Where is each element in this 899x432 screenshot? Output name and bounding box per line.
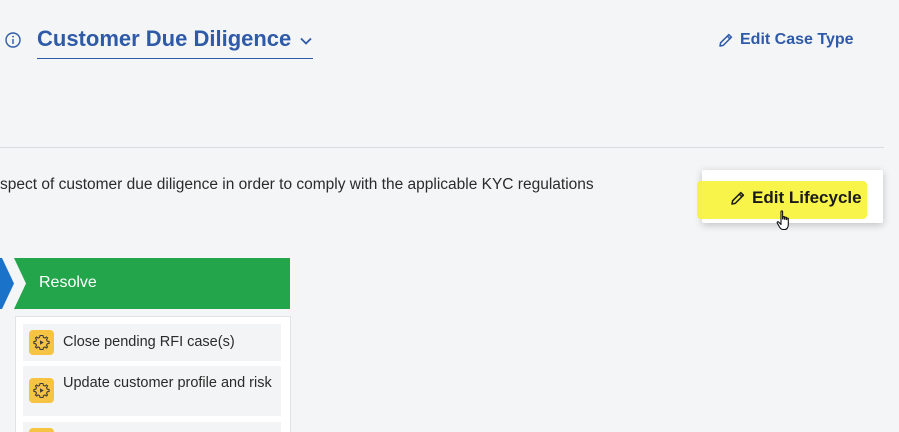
previous-stage-shape: [0, 258, 14, 309]
divider: [0, 147, 884, 148]
previous-stage-chevron[interactable]: [0, 258, 14, 309]
step-close-pending-rfi[interactable]: Close pending RFI case(s): [23, 324, 281, 361]
edit-lifecycle-button[interactable]: Edit Lifecycle: [729, 188, 862, 208]
hand-cursor-icon: [776, 210, 789, 231]
pencil-icon: [719, 33, 733, 47]
case-type-description: spect of customer due diligence in order…: [0, 176, 594, 193]
case-type-selector[interactable]: Customer Due Diligence: [37, 26, 314, 59]
info-icon[interactable]: [5, 32, 21, 48]
edit-case-type-label: Edit Case Type: [740, 31, 854, 48]
step-update-customer-profile[interactable]: Update customer profile and risk: [23, 366, 281, 416]
edit-case-type-button[interactable]: Edit Case Type: [717, 31, 854, 49]
step-label: Update customer profile and risk: [63, 375, 272, 391]
step-partial[interactable]: [23, 422, 281, 432]
stage-resolve-label: Resolve: [39, 274, 97, 291]
app-page: Customer Due Diligence Edit Case Type sp…: [0, 0, 899, 432]
automation-gear-icon: [29, 428, 54, 432]
step-label: Close pending RFI case(s): [63, 334, 235, 350]
automation-gear-icon: [29, 330, 54, 355]
stage-steps-panel: Close pending RFI case(s) Update custome…: [15, 316, 291, 432]
automation-gear-icon: [29, 378, 54, 403]
pencil-icon: [731, 191, 745, 205]
edit-lifecycle-label: Edit Lifecycle: [752, 188, 862, 207]
chevron-down-icon: [300, 37, 312, 45]
case-type-title: Customer Due Diligence: [37, 26, 292, 51]
